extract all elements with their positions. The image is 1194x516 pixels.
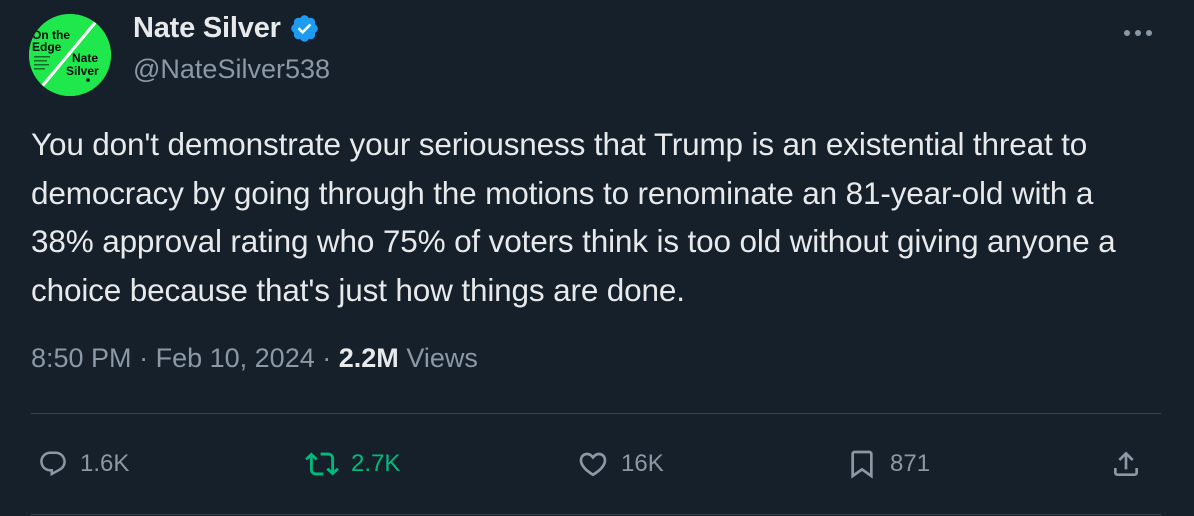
tweet-time[interactable]: 8:50 PM bbox=[31, 343, 132, 373]
divider-bottom bbox=[31, 514, 1161, 515]
divider bbox=[31, 413, 1161, 414]
verified-badge-icon[interactable] bbox=[289, 13, 320, 44]
bookmark-count: 871 bbox=[890, 450, 931, 477]
tweet: On the Edge Nate Silver Nate Silver @Nat… bbox=[0, 0, 1194, 516]
like-button[interactable]: 16K bbox=[577, 440, 664, 488]
more-button[interactable] bbox=[1116, 18, 1160, 48]
avatar-text-4: Silver bbox=[66, 64, 99, 78]
views-count: 2.2M bbox=[338, 343, 399, 373]
reply-count: 1.6K bbox=[80, 450, 130, 477]
views-label: Views bbox=[406, 343, 478, 373]
avatar-text-3: Nate bbox=[72, 51, 98, 65]
action-bar: 1.6K 2.7K 16K 871 bbox=[0, 440, 1194, 490]
like-count: 16K bbox=[621, 450, 664, 477]
tweet-meta: 8:50 PM · Feb 10, 2024 · 2.2M Views bbox=[31, 343, 478, 374]
more-icon bbox=[1124, 30, 1152, 36]
author-name-row: Nate Silver bbox=[133, 12, 320, 45]
avatar[interactable]: On the Edge Nate Silver bbox=[29, 14, 111, 96]
retweet-icon bbox=[305, 452, 339, 476]
share-button[interactable] bbox=[1110, 440, 1142, 488]
retweet-count: 2.7K bbox=[351, 450, 401, 477]
reply-icon bbox=[40, 451, 66, 477]
avatar-text-2: Edge bbox=[32, 40, 62, 54]
author-display-name[interactable]: Nate Silver bbox=[133, 12, 281, 45]
bookmark-button[interactable]: 871 bbox=[846, 440, 930, 488]
author-handle[interactable]: @NateSilver538 bbox=[133, 54, 330, 85]
meta-separator: · bbox=[139, 343, 149, 373]
retweet-button[interactable]: 2.7K bbox=[305, 440, 400, 488]
bookmark-icon bbox=[851, 450, 873, 479]
avatar-logo-icon: On the Edge Nate Silver bbox=[29, 14, 111, 96]
reply-button[interactable]: 1.6K bbox=[38, 440, 129, 488]
tweet-text: You don't demonstrate your seriousness t… bbox=[31, 126, 1116, 308]
share-icon bbox=[1114, 451, 1138, 476]
tweet-date[interactable]: Feb 10, 2024 bbox=[156, 343, 315, 373]
like-icon bbox=[579, 452, 607, 477]
meta-separator: · bbox=[322, 343, 332, 373]
